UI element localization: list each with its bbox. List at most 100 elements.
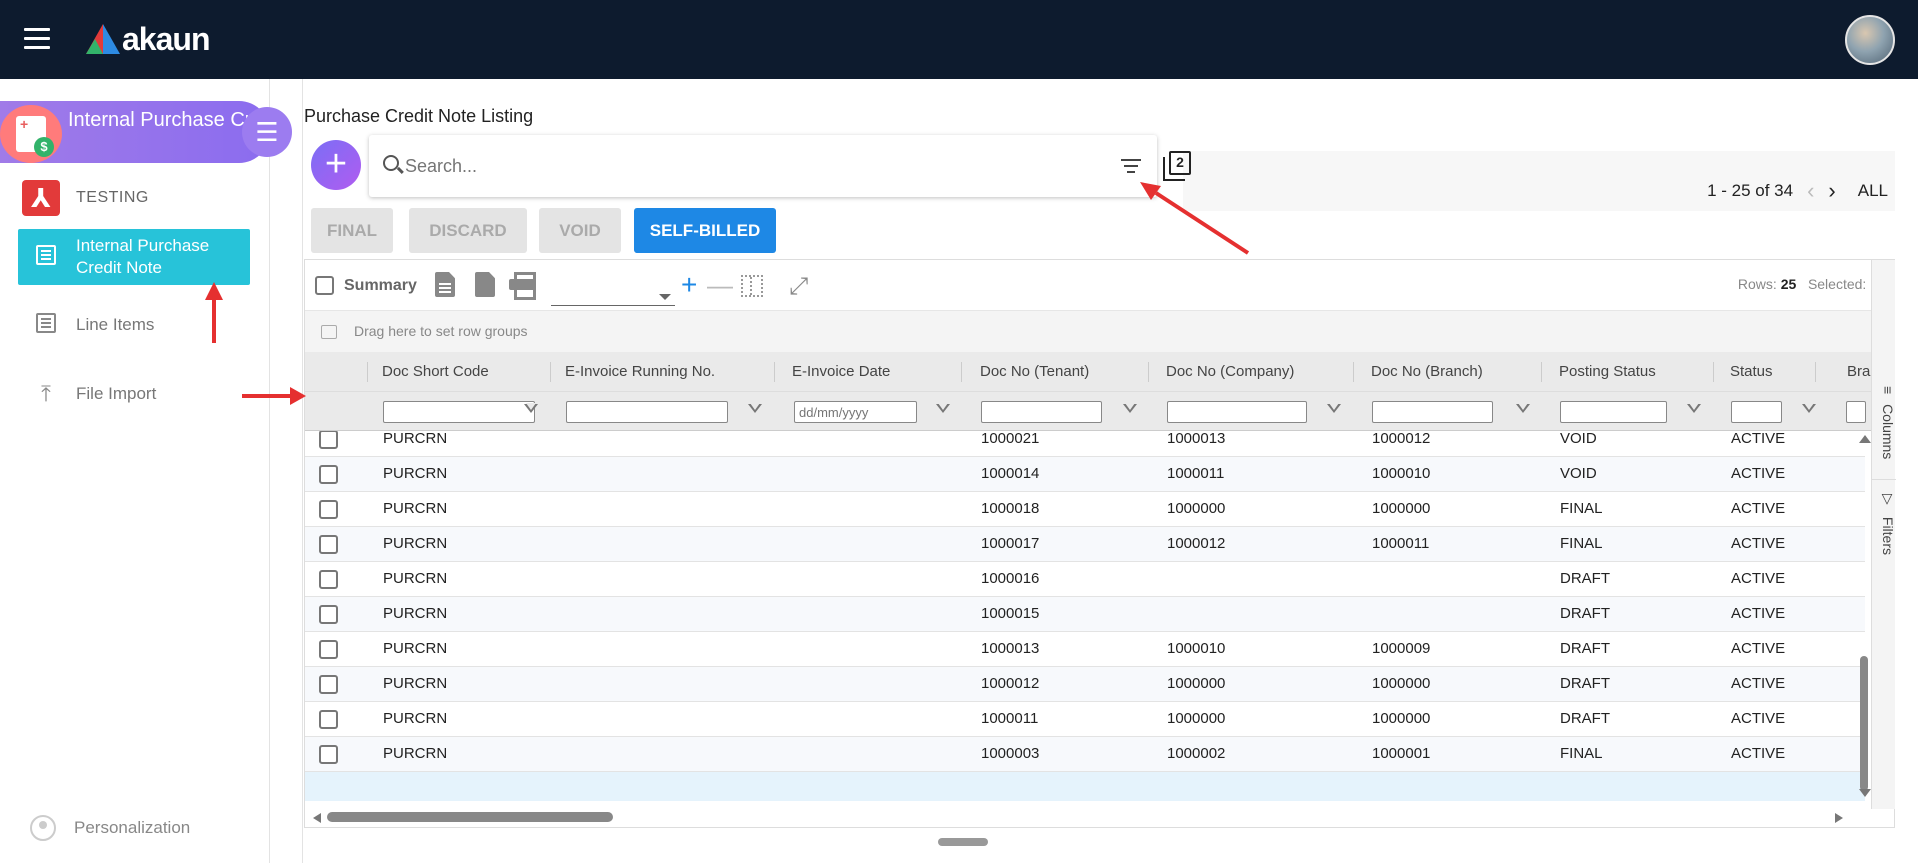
menu-icon[interactable] xyxy=(24,28,50,50)
cell-tenant: 1000003 xyxy=(981,745,1040,762)
filter-icon[interactable] xyxy=(1802,403,1816,418)
scroll-right-icon[interactable] xyxy=(1835,813,1843,823)
row-checkbox[interactable] xyxy=(319,675,338,694)
horizontal-scrollbar[interactable] xyxy=(305,809,1886,827)
show-all-button[interactable]: ALL xyxy=(1858,181,1888,201)
column-header-doc-no-tenant[interactable]: Doc No (Tenant) xyxy=(980,363,1089,380)
cell-posting: DRAFT xyxy=(1560,570,1610,587)
expand-all-icon[interactable]: + xyxy=(681,271,697,299)
table-row[interactable]: PURCRN 1000013 1000010 1000009 DRAFT ACTIVE xyxy=(305,632,1865,667)
column-header-e-invoice-running-no[interactable]: E-Invoice Running No. xyxy=(565,363,715,380)
scroll-left-icon[interactable] xyxy=(313,813,321,823)
filter-input-doc-no-tenant[interactable] xyxy=(981,401,1102,423)
filter-icon[interactable] xyxy=(1123,403,1137,418)
summary-checkbox[interactable] xyxy=(315,276,334,295)
table-row[interactable]: PURCRN 1000003 1000002 1000001 FINAL ACTIVE xyxy=(305,737,1865,772)
company-selector[interactable]: ⅄ TESTING xyxy=(22,180,149,216)
column-header-doc-short-code[interactable]: Doc Short Code xyxy=(382,363,489,380)
filter-icon[interactable] xyxy=(1121,159,1141,175)
table-row[interactable]: PURCRN 1000021 1000013 1000012 VOID ACTIVE xyxy=(305,431,1865,457)
sidebar-item-line-items[interactable]: Line Items xyxy=(18,297,250,353)
self-billed-button[interactable]: SELF-BILLED xyxy=(634,208,776,253)
void-button[interactable]: VOID xyxy=(539,208,621,253)
table-row[interactable]: PURCRN 1000016 DRAFT ACTIVE xyxy=(305,562,1865,597)
table-row[interactable]: PURCRN 1000014 1000011 1000010 VOID ACTIVE xyxy=(305,457,1865,492)
discard-button[interactable]: DISCARD xyxy=(409,208,527,253)
table-row[interactable]: PURCRN 1000017 1000012 1000011 FINAL ACTIVE xyxy=(305,527,1865,562)
print-icon[interactable] xyxy=(509,272,536,300)
cell-status: ACTIVE xyxy=(1731,745,1786,762)
copy-icon[interactable]: 2 xyxy=(1163,151,1191,181)
column-header-status[interactable]: Status xyxy=(1730,363,1773,380)
horizontal-scroll-thumb[interactable] xyxy=(327,812,613,822)
user-icon xyxy=(30,815,56,841)
filter-input-branch[interactable] xyxy=(1846,401,1866,423)
scroll-up-icon[interactable] xyxy=(1859,435,1871,443)
row-group-bar[interactable]: Drag here to set row groups xyxy=(305,310,1894,352)
row-checkbox[interactable] xyxy=(319,640,338,659)
cell-branch: 1000001 xyxy=(1372,745,1431,762)
cell-code: PURCRN xyxy=(383,570,448,587)
column-header-posting-status[interactable]: Posting Status xyxy=(1559,363,1656,380)
row-checkbox[interactable] xyxy=(319,605,338,624)
column-header-doc-no-company[interactable]: Doc No (Company) xyxy=(1166,363,1294,380)
filter-input-doc-no-company[interactable] xyxy=(1167,401,1307,423)
pagination-range: 1 - 25 of 34 xyxy=(1707,181,1794,200)
columns-tab[interactable]: ≡ Columns xyxy=(1872,380,1896,480)
filter-icon[interactable] xyxy=(524,403,538,418)
row-checkbox[interactable] xyxy=(319,710,338,729)
column-header-branch[interactable]: Bra xyxy=(1847,363,1870,380)
next-page-icon[interactable]: › xyxy=(1828,178,1835,204)
filter-icon[interactable] xyxy=(1516,403,1530,418)
row-checkbox[interactable] xyxy=(319,745,338,764)
table-row[interactable]: PURCRN 1000018 1000000 1000000 FINAL ACTIVE xyxy=(305,492,1865,527)
row-checkbox[interactable] xyxy=(319,500,338,519)
personalization-link[interactable]: Personalization xyxy=(30,815,190,841)
grid-layout-icon[interactable] xyxy=(741,275,763,297)
search-input[interactable] xyxy=(405,151,1085,181)
filter-input-posting-status[interactable] xyxy=(1560,401,1667,423)
filter-input-doc-short-code[interactable] xyxy=(383,401,535,423)
filters-tab[interactable]: ▽ Filters xyxy=(1872,485,1896,575)
filter-icon[interactable] xyxy=(936,403,950,418)
personalization-label: Personalization xyxy=(74,818,191,837)
row-checkbox[interactable] xyxy=(319,431,338,449)
previous-page-icon[interactable]: ‹ xyxy=(1807,178,1814,204)
filter-icon[interactable] xyxy=(748,403,762,418)
row-checkbox[interactable] xyxy=(319,535,338,554)
list-icon xyxy=(34,245,58,269)
document-icon[interactable] xyxy=(435,272,457,298)
grid-body: PURCRN 1000021 1000013 1000012 VOID ACTIVE PUR… xyxy=(305,431,1865,801)
file-icon[interactable] xyxy=(475,272,497,298)
summary-toggle[interactable]: Summary xyxy=(315,276,417,295)
table-row[interactable]: PURCRN 1000011 1000000 1000000 DRAFT ACTIVE xyxy=(305,702,1865,737)
row-group-icon xyxy=(321,325,337,339)
filter-icon[interactable] xyxy=(1327,403,1341,418)
filter-input-e-invoice-running-no[interactable] xyxy=(566,401,728,423)
resize-handle[interactable] xyxy=(938,838,988,846)
vertical-scrollbar[interactable] xyxy=(1857,431,1871,801)
filter-input-doc-no-branch[interactable] xyxy=(1372,401,1493,423)
add-button[interactable]: + xyxy=(311,140,361,190)
table-row[interactable]: PURCRN 1000012 1000000 1000000 DRAFT ACTIVE xyxy=(305,667,1865,702)
filter-input-e-invoice-date[interactable] xyxy=(794,401,917,423)
brand-logo[interactable]: akaun xyxy=(86,19,210,59)
filter-input-status[interactable] xyxy=(1731,401,1782,423)
final-button[interactable]: FINAL xyxy=(311,208,393,253)
row-checkbox[interactable] xyxy=(319,465,338,484)
row-checkbox[interactable] xyxy=(319,570,338,589)
scroll-down-icon[interactable] xyxy=(1859,789,1871,797)
vertical-scroll-thumb[interactable] xyxy=(1860,656,1868,791)
collapse-sidebar-button[interactable]: ☰ xyxy=(242,107,292,157)
column-header-e-invoice-date[interactable]: E-Invoice Date xyxy=(792,363,890,380)
sidebar-item-file-import[interactable]: ⤒ File Import xyxy=(18,366,250,422)
filter-icon[interactable] xyxy=(1687,403,1701,418)
column-header-doc-no-branch[interactable]: Doc No (Branch) xyxy=(1371,363,1483,380)
fullscreen-icon[interactable]: ⤢ xyxy=(789,273,808,301)
table-row[interactable]: PURCRN 1000015 DRAFT ACTIVE xyxy=(305,597,1865,632)
view-select[interactable] xyxy=(551,288,675,306)
cell-posting: DRAFT xyxy=(1560,605,1610,622)
user-avatar[interactable] xyxy=(1845,15,1895,65)
collapse-all-icon[interactable]: — xyxy=(707,272,733,298)
sidebar-item-internal-purchase-credit-note[interactable]: Internal Purchase Credit Note xyxy=(18,229,250,285)
